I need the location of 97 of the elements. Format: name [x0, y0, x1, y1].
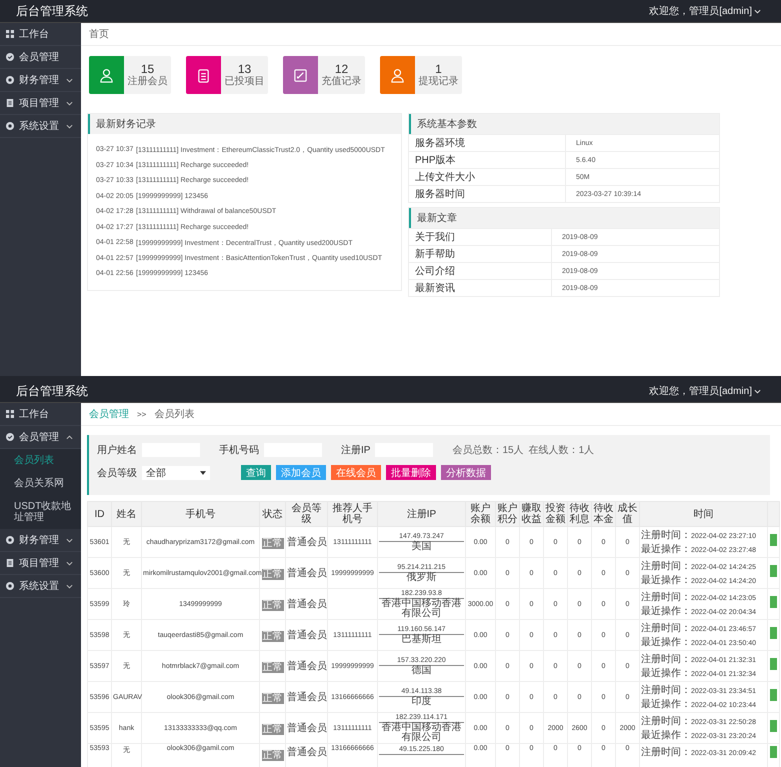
- info-label: 服务器环境: [409, 135, 566, 151]
- panel-title: 系统基本参数: [409, 114, 719, 134]
- table-cell: 普通会员: [286, 620, 328, 650]
- summary-text: 会员总数：15人: [452, 444, 524, 457]
- column-header: 推荐人手机号: [328, 502, 378, 526]
- ip-location: 德国: [410, 666, 432, 676]
- table-cell: 普通会员: [286, 682, 328, 712]
- caret-icon: [754, 8, 761, 14]
- sidebar-subitem[interactable]: USDT收款地址管理: [0, 495, 81, 529]
- status-label: 正常: [262, 600, 284, 611]
- grid-icon: [6, 410, 14, 418]
- status-indicator[interactable]: [770, 658, 777, 670]
- user-menu[interactable]: 欢迎您，管理员[admin]: [649, 384, 761, 398]
- edit-icon: [293, 68, 308, 82]
- field-label: 用户姓名: [97, 444, 137, 457]
- column-header: 状态: [260, 502, 286, 526]
- person-icon: [390, 68, 405, 82]
- table-cell: 普通会员: [286, 712, 328, 744]
- app-title: 后台管理系统: [16, 382, 88, 400]
- column-header: 注册IP: [378, 502, 466, 526]
- status-indicator[interactable]: [770, 596, 777, 608]
- action-button[interactable]: 分析数据: [441, 465, 491, 480]
- info-label: 关于我们: [409, 229, 552, 245]
- sidebar-subitem[interactable]: 会员列表: [0, 449, 81, 472]
- field-label: 手机号码: [219, 444, 259, 457]
- field-label: 注册IP: [341, 444, 370, 457]
- column-header: ID: [88, 502, 112, 526]
- panel-title: 最新文章: [409, 208, 719, 228]
- table-cell: 普通会员: [286, 588, 328, 620]
- ip-location: 印度: [410, 697, 432, 707]
- info-label: 服务器时间: [409, 186, 566, 202]
- table-cell: 普通会员: [286, 526, 328, 558]
- sidebar-subitem[interactable]: 会员关系网: [0, 472, 81, 495]
- clipboard-icon: [196, 68, 211, 82]
- breadcrumb-separator: >>: [137, 410, 146, 418]
- status-label: 正常: [262, 724, 284, 735]
- info-label: 上传文件大小: [409, 169, 566, 185]
- ip-location: 俄罗斯: [406, 573, 438, 583]
- summary-text: 在线人数：1人: [528, 444, 594, 457]
- column-header: 账户余额: [466, 502, 496, 526]
- status-label: 正常: [262, 693, 284, 704]
- check-circle-icon: [6, 53, 14, 61]
- status-indicator[interactable]: [770, 689, 777, 701]
- check-circle-icon: [6, 433, 14, 441]
- column-header: 手机号: [142, 502, 260, 526]
- ip-location: 香港中国移动香港有限公司: [380, 599, 462, 619]
- status-label: 正常: [262, 750, 284, 761]
- status-indicator[interactable]: [770, 746, 777, 758]
- info-label: 公司介绍: [409, 263, 552, 279]
- status-indicator[interactable]: [770, 627, 777, 639]
- info-label: 新手帮助: [409, 246, 552, 262]
- status-label: 正常: [262, 662, 284, 673]
- document-icon: [6, 99, 14, 107]
- document-icon: [6, 559, 14, 567]
- table-cell: 普通会员: [286, 744, 328, 767]
- table-cell: 普通会员: [286, 558, 328, 588]
- stat-label: 提现记录: [418, 76, 458, 88]
- stat-value: 13: [238, 62, 252, 76]
- stat-value: 12: [334, 62, 348, 76]
- grid-icon: [6, 30, 14, 38]
- info-label: PHP版本: [409, 152, 566, 168]
- user-menu[interactable]: 欢迎您，管理员[admin]: [649, 4, 761, 18]
- breadcrumb-link[interactable]: 会员列表: [154, 407, 194, 421]
- breadcrumb[interactable]: 首页: [89, 27, 109, 41]
- caret-icon: [200, 470, 206, 474]
- column-header: 投资金额: [544, 502, 568, 526]
- ip-location: 香港中国移动香港有限公司: [380, 723, 462, 743]
- status-indicator[interactable]: [770, 534, 777, 546]
- status-label: 正常: [262, 538, 284, 549]
- column-header: 会员等级: [286, 502, 328, 526]
- stat-value: 15: [140, 62, 154, 76]
- panel-title: 最新财务记录: [88, 114, 401, 134]
- stat-label: 已投项目: [224, 76, 264, 88]
- column-header: 时间: [640, 502, 768, 526]
- person-icon: [99, 68, 114, 82]
- status-label: 正常: [262, 569, 284, 580]
- field-label: 会员等级: [97, 466, 137, 480]
- stat-label: 注册会员: [128, 76, 168, 88]
- column-header: 姓名: [112, 502, 142, 526]
- status-indicator[interactable]: [770, 720, 777, 732]
- status-label: 正常: [262, 631, 284, 642]
- table-cell: 普通会员: [286, 650, 328, 682]
- app-title: 后台管理系统: [16, 2, 88, 20]
- column-header: 账户积分: [496, 502, 520, 526]
- column-header: 待收利息: [568, 502, 592, 526]
- level-select[interactable]: 全部: [142, 466, 210, 480]
- stat-label: 充值记录: [322, 76, 362, 88]
- status-indicator[interactable]: [770, 565, 777, 577]
- caret-icon: [754, 388, 761, 394]
- column-header: 赚取收益: [520, 502, 544, 526]
- column-header: 待收本金: [592, 502, 616, 526]
- action-button[interactable]: 批量删除: [386, 465, 436, 480]
- column-header: 成长值: [616, 502, 640, 526]
- ip-location: 巴基斯坦: [400, 635, 442, 645]
- ip-location: 美国: [410, 542, 432, 552]
- stat-value: 1: [435, 62, 442, 76]
- info-label: 最新资讯: [409, 280, 552, 296]
